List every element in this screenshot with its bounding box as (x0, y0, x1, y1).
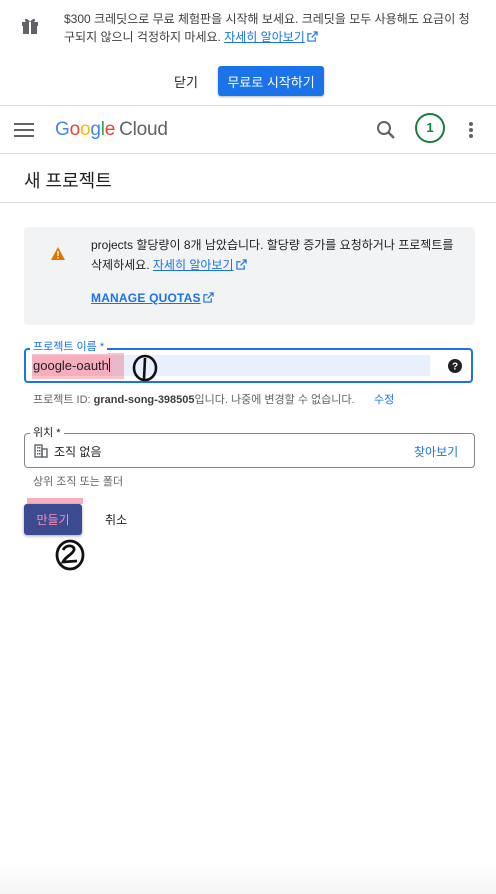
external-link-icon (235, 259, 247, 270)
project-id-text: 프로젝트 ID: grand-song-398505입니다. 나중에 변경할 수… (33, 394, 355, 406)
location-hint: 상위 조직 또는 폴더 (33, 476, 124, 488)
location-label: 위치 * (30, 426, 64, 440)
gift-icon (22, 18, 38, 34)
banner-message: $300 크레딧으로 무료 체험판을 시작해 보세요. 크레딧을 모두 사용해도… (64, 10, 474, 46)
create-button[interactable]: 만들기 (24, 504, 82, 535)
search-icon[interactable] (376, 120, 396, 140)
divider (0, 202, 496, 203)
organization-icon (34, 444, 48, 458)
quota-message: projects 할당량이 8개 남았습니다. 할당량 증가를 요청하거나 프로… (91, 235, 461, 275)
menu-icon[interactable] (14, 122, 34, 138)
project-name-value[interactable]: google-oauth (33, 356, 112, 376)
quota-text: projects 할당량이 8개 남았습니다. 할당량 증가를 요청하거나 프로… (91, 238, 454, 272)
more-vert-icon[interactable] (468, 121, 474, 139)
external-link-icon (203, 292, 214, 303)
manage-quotas-link[interactable]: MANAGE QUOTAS (91, 291, 214, 305)
location-value: 조직 없음 (54, 445, 102, 459)
google-cloud-logo[interactable]: Google Cloud (55, 119, 168, 141)
svg-text:?: ? (452, 362, 458, 373)
bottom-edge (0, 860, 496, 894)
help-icon[interactable]: ? (448, 359, 462, 373)
avatar[interactable]: 1 (415, 113, 445, 143)
quota-learn-more-link[interactable]: 자세히 알아보기 (153, 258, 247, 272)
page-title: 새 프로젝트 (24, 171, 112, 191)
quota-notice: projects 할당량이 8개 남았습니다. 할당량 증가를 요청하거나 프로… (24, 227, 475, 325)
project-name-label: 프로젝트 이름 * (30, 340, 108, 354)
banner-learn-more-link[interactable]: 자세히 알아보기 (224, 30, 318, 44)
annotation-mark-1 (132, 354, 158, 382)
start-free-button[interactable]: 무료로 시작하기 (218, 66, 324, 96)
cancel-button[interactable]: 취소 (94, 504, 138, 535)
edit-project-id-link[interactable]: 수정 (374, 391, 394, 407)
text-cursor (108, 358, 110, 372)
warning-icon (51, 247, 65, 260)
promo-banner: $300 크레딧으로 무료 체험판을 시작해 보세요. 크레딧을 모두 사용해도… (0, 0, 496, 106)
annotation-mark-2 (55, 539, 85, 571)
browse-button[interactable]: 찾아보기 (414, 443, 458, 460)
divider (0, 153, 496, 154)
close-button[interactable]: 닫기 (164, 66, 208, 96)
external-link-icon (307, 31, 318, 42)
